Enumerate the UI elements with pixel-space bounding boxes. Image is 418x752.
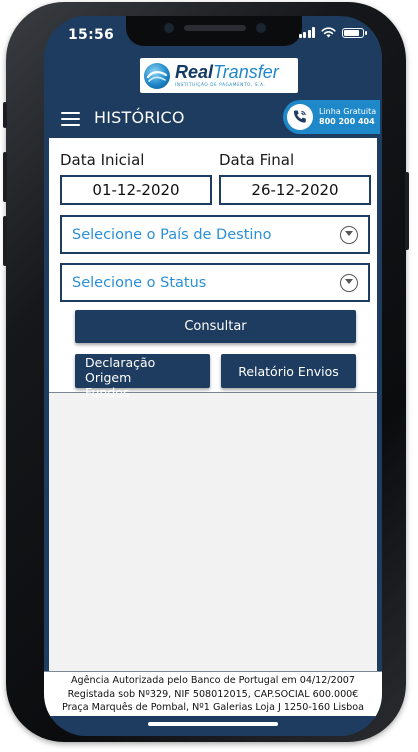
status-time: 15:56: [68, 27, 115, 43]
volume-up-button: [3, 152, 7, 202]
bottom-bar: [44, 716, 382, 736]
end-date-field[interactable]: 26-12-2020: [219, 175, 371, 205]
phone-frame: 15:56 RealTransfer INSTITUIÇÃO DE PAGAME…: [3, 2, 409, 742]
logo-wordmark: RealTransfer INSTITUIÇÃO DE PAGAMENTO, S…: [175, 63, 279, 87]
consult-button[interactable]: Consultar: [75, 310, 356, 343]
notch: [126, 16, 302, 46]
declaration-button-line1: Declaração Origem: [85, 355, 156, 385]
status-icons: [298, 27, 367, 38]
menu-icon[interactable]: [61, 112, 80, 126]
real-transfer-logo: RealTransfer INSTITUIÇÃO DE PAGAMENTO, S…: [140, 58, 298, 93]
status-bar: 15:56: [44, 16, 382, 56]
status-select[interactable]: Selecione o Status: [60, 263, 370, 302]
country-select[interactable]: Selecione o País de Destino: [60, 215, 370, 254]
footer-line-2: Registada sob Nº329, NIF 508012015, CAP.…: [67, 688, 359, 700]
hotline-number: 800 200 404: [319, 117, 375, 126]
report-button[interactable]: Relatório Envios: [221, 354, 356, 388]
declaration-button-line2: Fundos: [85, 385, 130, 400]
declaration-button[interactable]: Declaração Origem Fundos: [75, 354, 210, 400]
logo-real-text: Real: [175, 62, 214, 83]
speaker: [184, 25, 246, 31]
page-title: HISTÓRICO: [94, 108, 185, 127]
start-date-label: Data Inicial: [60, 151, 145, 169]
footer-line-3: Praça Marquês de Pombal, Nº1 Galerias Lo…: [61, 702, 364, 713]
wifi-icon: [321, 27, 336, 38]
hotline-button[interactable]: Linha Gratuita 800 200 404: [283, 100, 380, 134]
country-select-placeholder: Selecione o País de Destino: [72, 227, 272, 243]
footer-line-1: Agência Autorizada pelo Banco de Portuga…: [70, 675, 356, 686]
report-button-label: Relatório Envios: [238, 363, 339, 379]
filter-panel: Data Inicial Data Final 01-12-2020 26-12…: [49, 138, 377, 400]
sensor-icon: [164, 23, 174, 33]
consult-button-label: Consultar: [184, 319, 247, 334]
app-screen: 15:56 RealTransfer INSTITUIÇÃO DE PAGAME…: [44, 16, 382, 736]
battery-icon: [342, 27, 367, 38]
camera-icon: [256, 23, 266, 33]
home-indicator[interactable]: [148, 722, 278, 726]
status-select-placeholder: Selecione o Status: [72, 275, 207, 291]
footer: Agência Autorizada pelo Banco de Portuga…: [44, 671, 382, 718]
logo-globe-icon: [144, 62, 170, 89]
chevron-down-icon: [340, 274, 358, 292]
volume-down-button: [3, 216, 7, 266]
logo-transfer-text: Transfer: [213, 62, 279, 83]
start-date-field[interactable]: 01-12-2020: [60, 175, 212, 205]
mute-switch: [3, 102, 7, 128]
end-date-label: Data Final: [219, 151, 295, 169]
phone-icon: [287, 104, 313, 130]
power-button: [405, 172, 409, 250]
chevron-down-icon: [340, 226, 358, 244]
logo-tagline: INSTITUIÇÃO DE PAGAMENTO, S.A.: [175, 82, 266, 88]
signal-icon: [298, 27, 315, 38]
content-area: Data Inicial Data Final 01-12-2020 26-12…: [49, 138, 377, 671]
hotline-label: Linha Gratuita: [319, 107, 377, 117]
